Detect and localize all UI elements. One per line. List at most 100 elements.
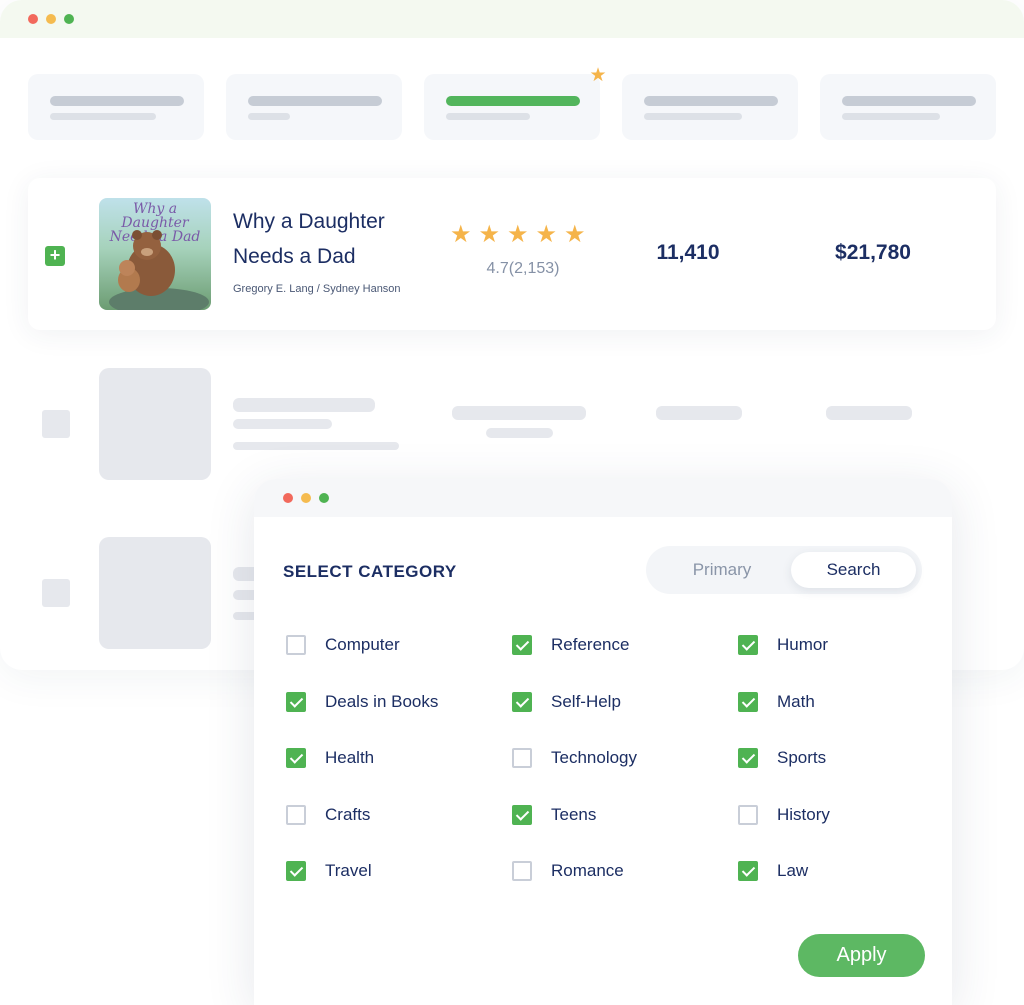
star-icon: ★: [507, 220, 529, 248]
tab-placeholder-bar: [248, 96, 382, 106]
checkbox-unchecked[interactable]: [512, 861, 532, 881]
category-option[interactable]: Romance: [512, 860, 624, 882]
category-option[interactable]: Computer: [286, 634, 400, 656]
tab-placeholder-bar: [644, 113, 742, 120]
close-dot[interactable]: [28, 14, 38, 24]
checkbox-checked[interactable]: [738, 635, 758, 655]
category-label: History: [777, 805, 830, 824]
category-option[interactable]: Technology: [512, 747, 637, 769]
star-badge-icon: ★: [589, 64, 607, 86]
category-label: Technology: [551, 748, 638, 767]
apply-button[interactable]: Apply: [798, 934, 925, 977]
category-option[interactable]: Travel: [286, 860, 372, 882]
checkbox-unchecked[interactable]: [286, 635, 306, 655]
toggle-primary[interactable]: Primary: [652, 552, 792, 588]
category-label: Teens: [551, 805, 597, 824]
category-label: Humor: [777, 635, 829, 654]
minimize-dot[interactable]: [46, 14, 56, 24]
book-title-line1: Why a Daughter: [233, 210, 385, 233]
checkbox-checked[interactable]: [286, 861, 306, 881]
checkbox-checked[interactable]: [512, 635, 532, 655]
category-label: Self-Help: [551, 692, 621, 711]
checkbox-checked[interactable]: [512, 805, 532, 825]
minimize-dot[interactable]: [301, 493, 311, 503]
category-label: Deals in Books: [325, 692, 439, 711]
book-row[interactable]: + Why a Daughter Needs a Dad Why a Daugh…: [28, 178, 996, 330]
bear-illustration: [109, 230, 209, 310]
tab-active-bar: [446, 96, 580, 106]
tab-card-1[interactable]: [28, 74, 204, 140]
revenue-value: $21,780: [835, 241, 911, 264]
star-icon: ★: [450, 220, 472, 248]
book-cover-image: Why a Daughter Needs a Dad: [99, 198, 211, 310]
tab-card-4[interactable]: [622, 74, 798, 140]
maximize-dot[interactable]: [319, 493, 329, 503]
tab-card-5[interactable]: [820, 74, 996, 140]
maximize-dot[interactable]: [64, 14, 74, 24]
tab-card-3-active[interactable]: [424, 74, 600, 140]
thumbnail-placeholder: [99, 537, 211, 649]
category-option[interactable]: History: [738, 804, 830, 826]
sales-count: 11,410: [656, 241, 720, 264]
tab-placeholder-bar: [842, 113, 940, 120]
category-label: Sports: [777, 748, 827, 767]
window-titlebar: [0, 0, 1024, 38]
category-option[interactable]: Law: [738, 860, 808, 882]
category-option[interactable]: Reference: [512, 634, 629, 656]
skeleton-bar: [656, 406, 742, 420]
tab-card-2[interactable]: [226, 74, 402, 140]
category-label: Health: [325, 748, 375, 767]
tab-placeholder-bar: [50, 113, 156, 120]
category-option[interactable]: Deals in Books: [286, 691, 438, 713]
book-authors: Gregory E. Lang / Sydney Hanson: [233, 283, 401, 295]
checkbox-checked[interactable]: [738, 692, 758, 712]
category-label: Law: [777, 861, 809, 880]
category-label: Math: [777, 692, 815, 711]
skeleton-bar: [233, 398, 375, 412]
mode-toggle: Primary Search: [646, 546, 922, 594]
tab-placeholder-bar: [644, 96, 778, 106]
tab-placeholder-bar: [248, 113, 290, 120]
category-option[interactable]: Sports: [738, 747, 826, 769]
book-title-line2: Needs a Dad: [233, 245, 356, 268]
category-option[interactable]: Humor: [738, 634, 828, 656]
toggle-search[interactable]: Search: [791, 552, 916, 588]
checkbox-checked[interactable]: [738, 748, 758, 768]
tab-placeholder-bar: [446, 113, 530, 120]
skeleton-bar: [486, 428, 553, 438]
star-icon: ★: [564, 220, 586, 248]
rating-text: 4.7(2,153): [486, 260, 560, 277]
skeleton-bar: [233, 442, 399, 450]
tab-placeholder-bar: [50, 96, 184, 106]
category-label: Computer: [325, 635, 400, 654]
checkbox-checked[interactable]: [512, 692, 532, 712]
row-checkbox-placeholder[interactable]: [42, 410, 70, 438]
rating-stars: ★ ★ ★ ★ ★: [450, 222, 593, 246]
panel-heading: SELECT CATEGORY: [283, 562, 457, 581]
category-option[interactable]: Health: [286, 747, 374, 769]
category-option[interactable]: Crafts: [286, 804, 370, 826]
row-checkbox-placeholder[interactable]: [42, 579, 70, 607]
category-option[interactable]: Self-Help: [512, 691, 621, 713]
checkbox-checked[interactable]: [738, 861, 758, 881]
checkbox-unchecked[interactable]: [738, 805, 758, 825]
checkbox-unchecked[interactable]: [512, 748, 532, 768]
category-filter-panel: SELECT CATEGORY Primary Search Computer R…: [254, 479, 952, 1005]
book-title[interactable]: Why a Daughter Needs a Dad: [233, 204, 433, 274]
checkbox-checked[interactable]: [286, 748, 306, 768]
close-dot[interactable]: [283, 493, 293, 503]
expand-plus-icon[interactable]: +: [45, 246, 65, 266]
category-option[interactable]: Math: [738, 691, 815, 713]
skeleton-bar: [826, 406, 912, 420]
thumbnail-placeholder: [99, 368, 211, 480]
category-label: Romance: [551, 861, 624, 880]
category-label: Travel: [325, 861, 372, 880]
category-label: Crafts: [325, 805, 371, 824]
checkbox-unchecked[interactable]: [286, 805, 306, 825]
tab-placeholder-bar: [842, 96, 976, 106]
skeleton-bar: [452, 406, 586, 420]
category-option[interactable]: Teens: [512, 804, 596, 826]
panel-titlebar: [254, 479, 952, 517]
star-icon: ★: [535, 220, 558, 248]
checkbox-checked[interactable]: [286, 692, 306, 712]
